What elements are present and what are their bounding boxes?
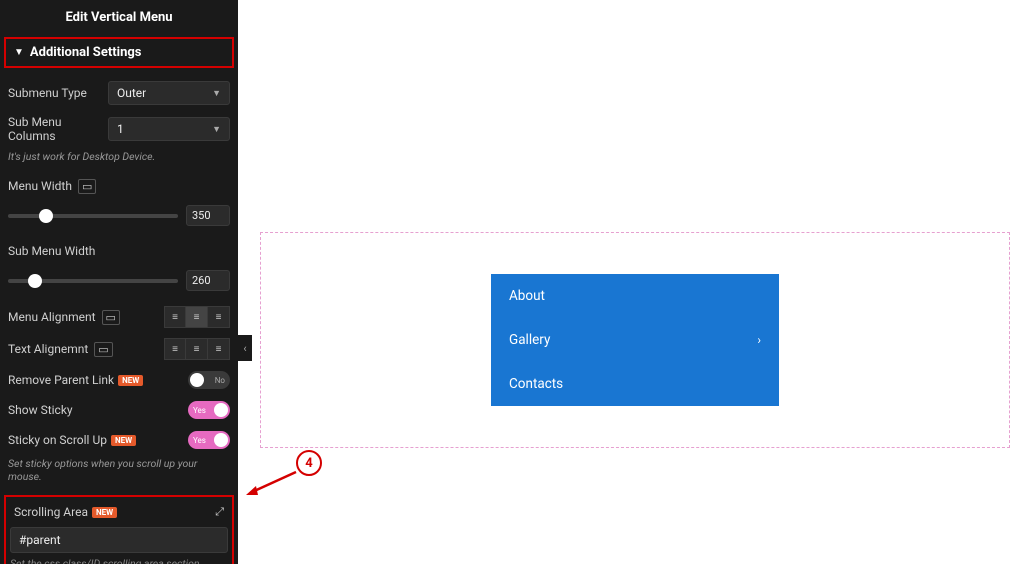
label-text-align: Text Alignemnt (8, 342, 88, 356)
toggle-label: Yes (193, 436, 206, 445)
slider-row-submenu-width (0, 266, 238, 301)
expand-icon[interactable]: ⤢ (215, 505, 224, 519)
align-group-text: ≡ ≡ ≡ (164, 338, 230, 360)
slider-thumb[interactable] (39, 209, 53, 223)
menu-item-about[interactable]: About (491, 274, 779, 318)
align-right-button[interactable]: ≡ (208, 338, 230, 360)
chevron-right-icon: › (757, 333, 761, 347)
label-show-sticky: Show Sticky (8, 403, 73, 417)
toggle-remove-parent[interactable]: No (188, 371, 230, 389)
badge-new: NEW (111, 435, 136, 446)
label-submenu-cols: Sub Menu Columns (8, 115, 108, 143)
label-menu-width: Menu Width (8, 179, 72, 193)
toggle-knob (190, 373, 204, 387)
menu-item-gallery[interactable]: Gallery › (491, 318, 779, 362)
panel-title: Edit Vertical Menu (0, 0, 238, 37)
section-title: Additional Settings (30, 45, 142, 60)
vertical-menu-widget: About Gallery › Contacts (491, 274, 779, 406)
align-group-menu: ≡ ≡ ≡ (164, 306, 230, 328)
annotation-arrow (242, 468, 302, 498)
label-sticky-scroll: Sticky on Scroll Up (8, 433, 107, 447)
align-right-button[interactable]: ≡ (208, 306, 230, 328)
toggle-knob (214, 403, 228, 417)
align-center-button[interactable]: ≡ (186, 306, 208, 328)
select-submenu-cols[interactable]: 1 ▼ (108, 117, 230, 141)
input-scrolling-area[interactable] (10, 527, 228, 553)
label-scrolling-area: Scrolling Area (14, 505, 88, 519)
row-menu-align: Menu Alignment ▭ ≡ ≡ ≡ (0, 301, 238, 333)
menu-item-contacts[interactable]: Contacts (491, 362, 779, 406)
section-additional-settings[interactable]: ▼ Additional Settings (4, 37, 234, 68)
collapse-sidebar-button[interactable]: ‹ (238, 335, 252, 361)
select-submenu-type[interactable]: Outer ▼ (108, 81, 230, 105)
select-value: 1 (117, 122, 124, 136)
desktop-icon[interactable]: ▭ (78, 179, 96, 194)
row-remove-parent: Remove Parent Link NEW No (0, 365, 238, 395)
scrolling-area-group: Scrolling Area NEW ⤢ Set the css class/I… (4, 495, 234, 564)
row-submenu-cols: Sub Menu Columns 1 ▼ (0, 110, 238, 148)
chevron-down-icon: ▼ (14, 47, 24, 58)
row-scrolling-area: Scrolling Area NEW ⤢ (10, 501, 228, 525)
badge-new: NEW (118, 375, 143, 386)
slider-submenu-width[interactable] (8, 279, 178, 283)
slider-thumb[interactable] (28, 274, 42, 288)
menu-item-label: Gallery (509, 332, 550, 348)
caret-down-icon: ▼ (212, 88, 221, 99)
caret-down-icon: ▼ (212, 124, 221, 135)
row-submenu-type: Submenu Type Outer ▼ (0, 76, 238, 110)
align-left-button[interactable]: ≡ (164, 338, 186, 360)
badge-new: NEW (92, 507, 117, 518)
row-menu-width: Menu Width ▭ (0, 171, 238, 201)
align-left-button[interactable]: ≡ (164, 306, 186, 328)
row-text-align: Text Alignemnt ▭ ≡ ≡ ≡ (0, 333, 238, 365)
input-submenu-width[interactable] (186, 270, 230, 291)
slider-menu-width[interactable] (8, 214, 178, 218)
select-value: Outer (117, 86, 146, 100)
annotation-step-number: 4 (296, 450, 322, 476)
toggle-label: No (215, 376, 225, 385)
desktop-icon[interactable]: ▭ (94, 342, 112, 357)
preview-canvas: About Gallery › Contacts (260, 232, 1010, 448)
slider-row-menu-width (0, 201, 238, 236)
toggle-show-sticky[interactable]: Yes (188, 401, 230, 419)
menu-item-label: Contacts (509, 376, 563, 392)
row-submenu-width: Sub Menu Width (0, 236, 238, 266)
chevron-left-icon: ‹ (243, 342, 246, 355)
label-submenu-width: Sub Menu Width (8, 244, 95, 258)
align-center-button[interactable]: ≡ (186, 338, 208, 360)
hint-sticky: Set sticky options when you scroll up yo… (0, 455, 238, 491)
label-submenu-type: Submenu Type (8, 86, 108, 100)
settings-sidebar: Edit Vertical Menu ▼ Additional Settings… (0, 0, 238, 564)
hint-desktop-only: It's just work for Desktop Device. (0, 148, 238, 171)
toggle-sticky-scroll[interactable]: Yes (188, 431, 230, 449)
menu-item-label: About (509, 288, 545, 304)
toggle-label: Yes (193, 406, 206, 415)
label-remove-parent: Remove Parent Link (8, 373, 114, 387)
input-menu-width[interactable] (186, 205, 230, 226)
row-sticky-scroll: Sticky on Scroll Up NEW Yes (0, 425, 238, 455)
label-menu-align: Menu Alignment (8, 310, 96, 324)
desktop-icon[interactable]: ▭ (102, 310, 120, 325)
row-show-sticky: Show Sticky Yes (0, 395, 238, 425)
toggle-knob (214, 433, 228, 447)
hint-scrolling: Set the css class/ID scrolling area sect… (10, 557, 228, 564)
